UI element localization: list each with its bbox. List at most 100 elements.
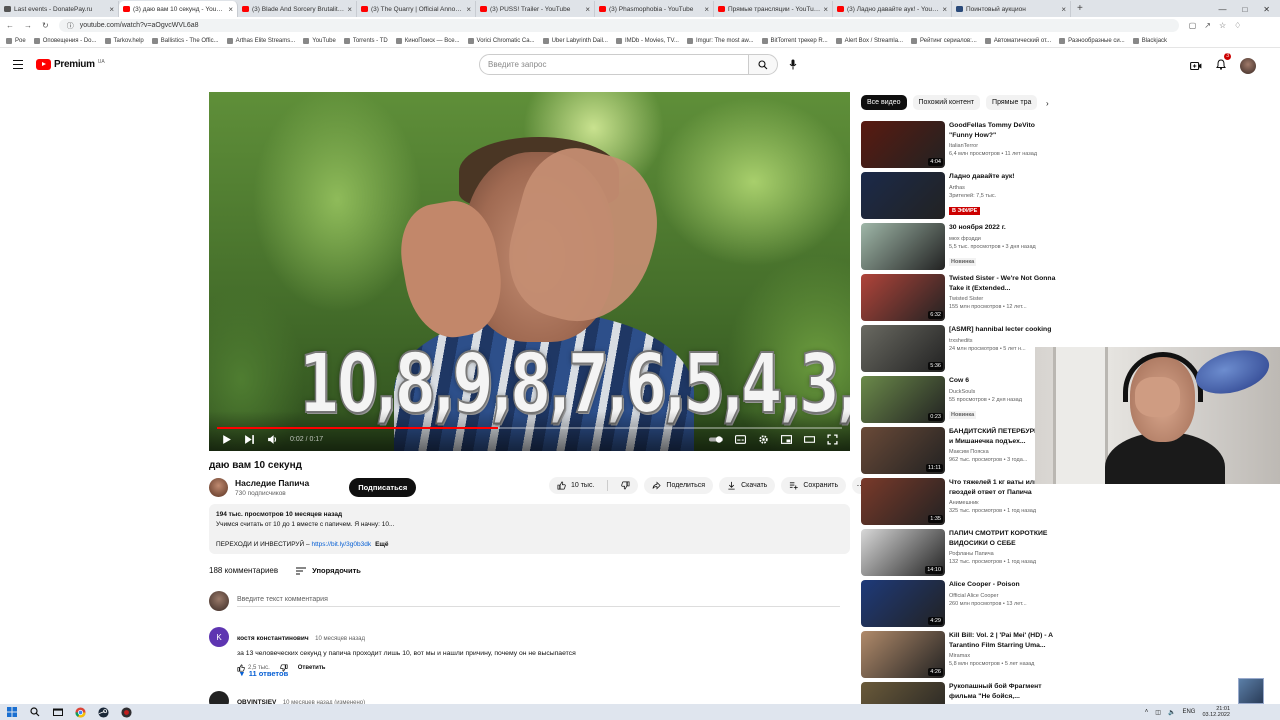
channel-avatar[interactable] [209,477,228,497]
bookmark-item[interactable]: BitTorrent трекер R... [761,37,828,44]
create-video-icon[interactable] [1190,61,1202,71]
maximize-icon[interactable]: □ [1242,5,1247,14]
browser-tab[interactable]: (3) Blade And Sorcery Brutality 4 × [238,1,357,17]
bookmark-item[interactable]: Uber Labyrinth Dail... [542,37,608,44]
bookmark-item[interactable]: Blackjack [1132,37,1167,44]
video-thumbnail[interactable]: 4:26 [861,631,945,678]
recommendation-title[interactable]: Kill Bill: Vol. 2 | 'Pai Mei' (HD) - A T… [949,631,1057,650]
bookmark-item[interactable]: Poe [6,37,26,44]
sort-comments-button[interactable]: Упорядочить [296,566,361,575]
browser-tab[interactable]: (3) The Quarry | Official Announce × [357,1,476,17]
network-icon[interactable]: ◫ [1155,709,1161,716]
theater-mode-icon[interactable] [804,434,815,445]
share-button[interactable]: Поделиться [644,477,714,494]
save-button[interactable]: Сохранить [781,477,847,494]
chrome-icon[interactable] [75,706,86,718]
recommendation-channel[interactable]: Arthas [949,185,1057,191]
obs-icon[interactable] [121,706,132,718]
bookmark-item[interactable]: Imgur: The most aw... [686,37,754,44]
filter-chip[interactable]: Все видео [861,95,907,110]
fullscreen-icon[interactable] [827,433,838,445]
recommendation-channel[interactable]: Miramax [949,653,1057,659]
close-icon[interactable]: × [228,5,233,14]
dislike-button[interactable] [613,477,638,494]
recommendation-item[interactable]: 4:26 Kill Bill: Vol. 2 | 'Pai Mei' (HD) -… [861,631,1061,679]
description-link[interactable]: https://bit.ly/3g0b3dk [311,541,371,548]
comment-time[interactable]: 10 месяцев назад [315,636,365,642]
browser-tab[interactable]: (3) Ладно давайте аук! - YouTube × [833,1,952,17]
recommendation-title[interactable]: Рукопашный бой Фрагмент фильма "Не бойся… [949,682,1057,701]
clock[interactable]: 21:01 03.12.2022 [1202,706,1230,718]
voice-search-button[interactable] [786,57,800,71]
language-indicator[interactable]: ENG [1182,709,1195,715]
reload-icon[interactable]: ↻ [42,21,49,30]
browser-tab[interactable]: (3) Phasmophobia - YouTube × [595,1,714,17]
recommendation-item[interactable]: Ладно давайте аук! Arthas Зрителей: 7,5 ты… [861,172,1061,220]
reply-button[interactable]: Ответить [298,665,326,671]
steam-icon[interactable] [98,706,109,718]
browser-tab[interactable]: (3) даю вам 10 секунд - YouTube × [119,1,238,17]
recommendation-title[interactable]: Alice Cooper - Poison [949,580,1057,590]
recommendation-title[interactable]: Ладно давайте аук! [949,172,1057,182]
video-thumbnail[interactable]: 6:32 [861,274,945,321]
recommendation-channel[interactable]: Анимешник [949,500,1057,506]
search-input[interactable]: Введите запрос [479,54,749,75]
youtube-premium-logo[interactable]: Premium UA [36,59,105,70]
chevron-right-icon[interactable]: › [1046,99,1049,108]
recommendation-item[interactable]: 4:29 Alice Cooper - Poison Official Alice … [861,580,1061,628]
bookmark-item[interactable]: Vorici Chromatic Ca... [467,37,535,44]
browser-tab[interactable]: Прямые трансляции - YouTube × [714,1,833,17]
bookmark-item[interactable]: YouTube [303,37,336,44]
recommendation-channel[interactable]: trxshedits [949,338,1057,344]
recommendation-channel[interactable]: мюх фрэдди [949,236,1057,242]
bookmark-item[interactable]: Tarkov.help [104,37,144,44]
subscribe-button[interactable]: Подписаться [349,477,417,497]
recommendation-item[interactable]: 14:10 ПАПИЧ СМОТРИТ КОРОТКИЕ ВИДОСИКИ О С… [861,529,1061,577]
windows-start-icon[interactable] [6,707,17,718]
download-button[interactable]: Скачать [719,477,776,494]
add-comment-input[interactable]: Введите текст комментария [237,596,840,607]
description-box[interactable]: 194 тыс. просмотров 10 месяцев назад Учи… [209,504,850,554]
video-thumbnail[interactable]: 4:29 [861,580,945,627]
video-thumbnail[interactable]: 0:23 [861,376,945,423]
recommendation-item[interactable]: 30 ноября 2022 г. мюх фрэдди 5,5 тыс. прос… [861,223,1061,271]
recommendation-title[interactable]: [ASMR] hannibal lecter cooking [949,325,1057,335]
channel-name[interactable]: Наследие Папича [235,478,309,488]
recommendation-channel[interactable]: Official Alice Cooper [949,593,1057,599]
recommendation-channel[interactable]: Twisted Sister [949,296,1057,302]
settings-gear-icon[interactable] [758,434,769,445]
close-icon[interactable]: × [347,5,352,14]
comment-author[interactable]: костя константинович [237,635,309,642]
recommendation-title[interactable]: 30 ноября 2022 г. [949,223,1057,233]
close-icon[interactable]: × [823,5,828,14]
search-icon[interactable] [29,707,40,718]
bookmark-item[interactable]: Рейтинг сериалов:... [911,37,977,44]
account-avatar[interactable] [1240,58,1256,74]
video-thumbnail[interactable] [861,172,945,219]
new-tab-icon[interactable]: + [1071,1,1089,17]
bookmark-item[interactable]: Ballistics - The Offic... [151,37,219,44]
bookmark-star-icon[interactable]: ☆ [1219,21,1226,30]
bookmark-item[interactable]: Alert Box / Streamla... [835,37,903,44]
tray-chevron-up-icon[interactable]: ˄ [1145,709,1149,715]
recommendation-item[interactable]: 11:11 БАНДИТСКИЙ ПЕТЕРБУРГ вот и Мишанечк… [861,427,1061,475]
filter-chip[interactable]: Похожий контент [912,95,981,110]
volume-icon[interactable] [267,434,278,445]
recommendation-title[interactable]: GoodFellas Tommy DeVito "Funny How?" [949,121,1057,140]
close-icon[interactable]: × [942,5,947,14]
task-view-icon[interactable] [52,707,63,718]
browser-tab[interactable]: Поинтовый аукцион × [952,1,1071,17]
recommendation-item[interactable]: 5:36 [ASMR] hannibal lecter cooking trxshe… [861,325,1061,373]
menu-icon[interactable] [13,60,23,69]
back-icon[interactable]: ← [6,21,14,30]
close-icon[interactable]: × [466,5,471,14]
bookmark-item[interactable]: IMDb - Movies, TV... [615,37,679,44]
video-thumbnail[interactable] [861,223,945,270]
close-window-icon[interactable]: ✕ [1263,5,1270,14]
recommendation-channel[interactable]: ItalianTerror [949,143,1057,149]
notifications-button[interactable]: 3 [1216,53,1231,75]
forward-icon[interactable]: → [24,21,32,30]
play-icon[interactable] [221,434,232,445]
close-icon[interactable]: × [585,5,590,14]
recommendation-title[interactable]: ПАПИЧ СМОТРИТ КОРОТКИЕ ВИДОСИКИ О СЕБЕ [949,529,1057,548]
